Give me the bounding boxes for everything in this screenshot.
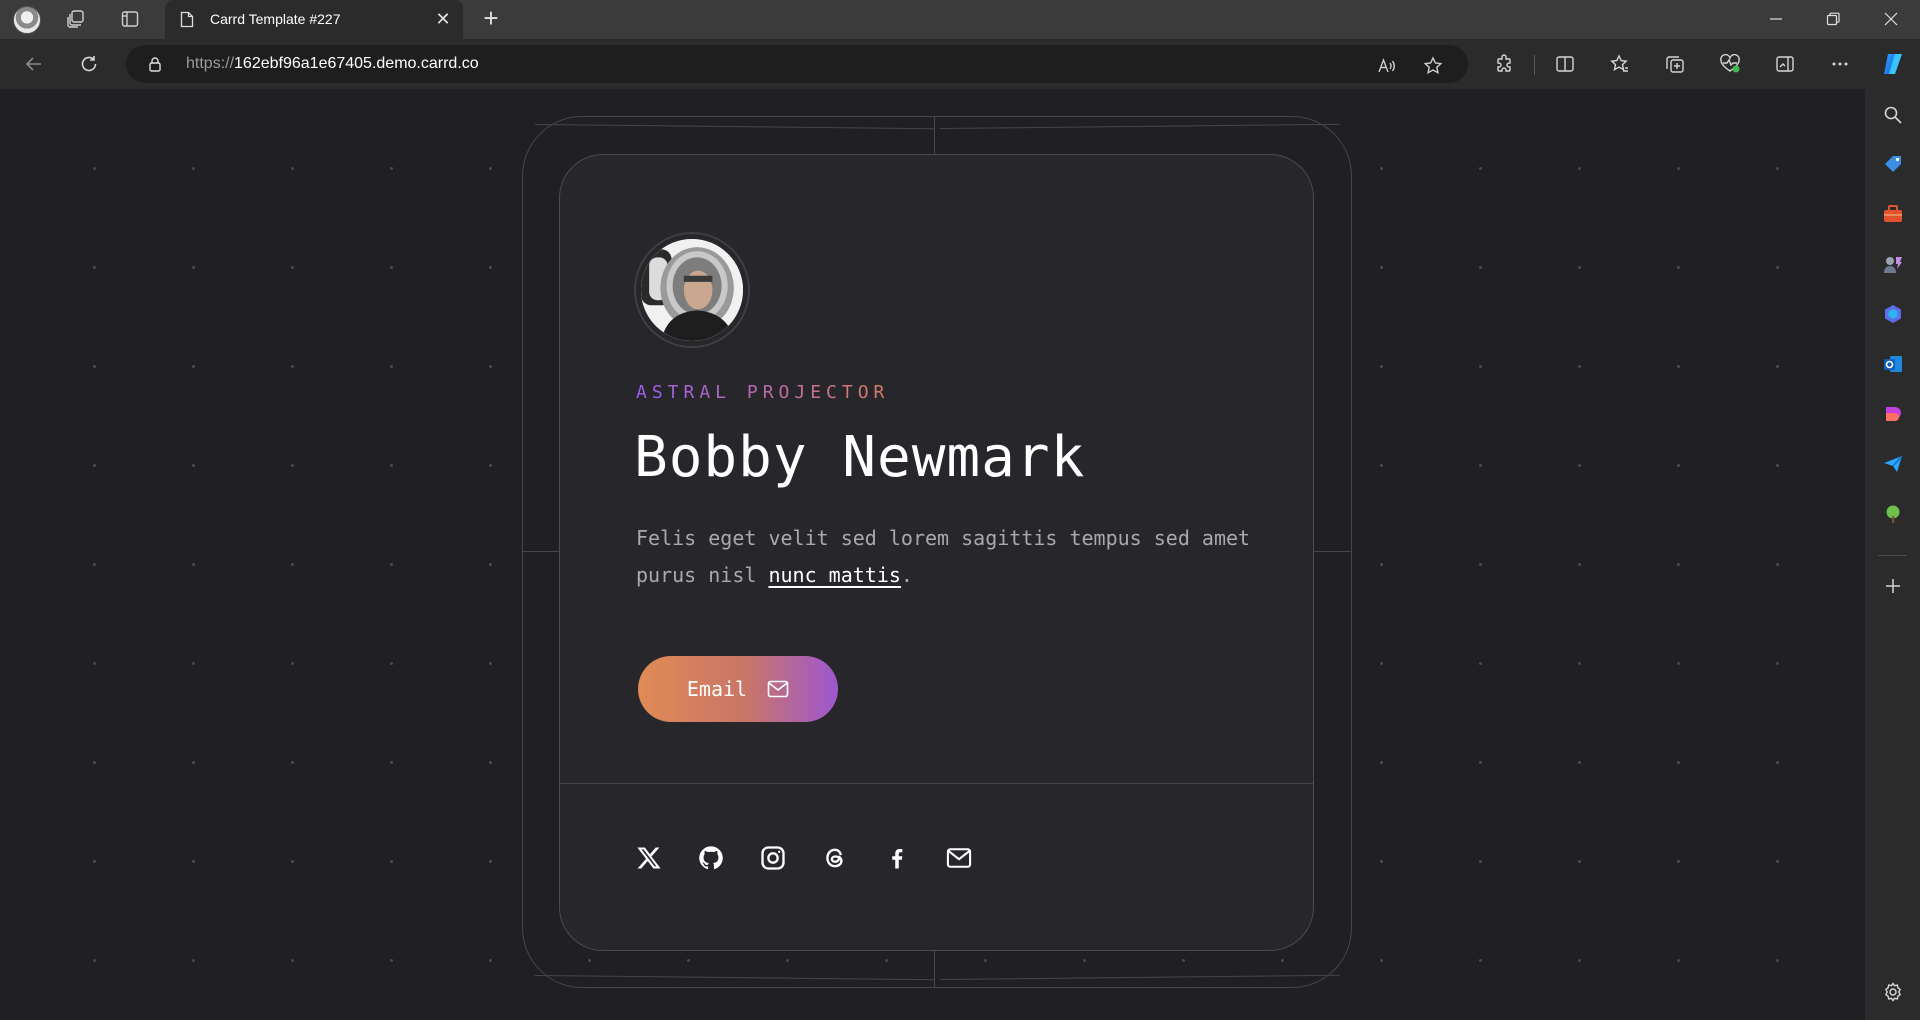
- url-host: 162ebf96a1e67405.demo.carrd.co: [234, 55, 479, 72]
- page-icon: [180, 11, 194, 28]
- x-twitter-icon[interactable]: [635, 843, 697, 873]
- search-icon[interactable]: [1881, 103, 1905, 127]
- sidebar-toggle-icon[interactable]: [1772, 51, 1798, 77]
- minimize-icon[interactable]: [1763, 6, 1789, 32]
- description-text: Felis eget velit sed lorem sagittis temp…: [636, 526, 1251, 587]
- close-window-icon[interactable]: [1878, 6, 1904, 32]
- description-end: .: [900, 563, 913, 587]
- outlook-icon[interactable]: [1881, 352, 1905, 376]
- avatar-photo: [641, 239, 743, 341]
- browser-sidebar: [1865, 89, 1920, 1020]
- microsoft-365-icon[interactable]: [1881, 302, 1905, 326]
- add-icon[interactable]: [1881, 574, 1905, 598]
- tab-title: Carrd Template #227: [210, 11, 341, 27]
- vertical-tabs-icon[interactable]: [118, 7, 142, 31]
- url-text: https://162ebf96a1e67405.demo.carrd.co: [186, 55, 479, 73]
- mail-icon[interactable]: [945, 843, 1007, 873]
- facebook-icon[interactable]: [883, 843, 945, 873]
- send-icon[interactable]: [1881, 452, 1905, 476]
- address-bar[interactable]: https://162ebf96a1e67405.demo.carrd.co: [126, 45, 1468, 83]
- tree-icon[interactable]: [1881, 502, 1905, 526]
- browser-toolbar: https://162ebf96a1e67405.demo.carrd.co: [0, 39, 1920, 89]
- favorite-star-icon[interactable]: [1423, 56, 1443, 76]
- threads-icon[interactable]: [821, 843, 883, 873]
- profile-name: Bobby Newmark: [634, 425, 1086, 490]
- tools-briefcase-icon[interactable]: [1881, 202, 1905, 226]
- frame-connector: [934, 117, 935, 154]
- active-tab[interactable]: Carrd Template #227 ✕: [165, 0, 463, 39]
- refresh-icon[interactable]: [76, 51, 102, 77]
- workspaces-icon[interactable]: [64, 7, 88, 31]
- favorites-icon[interactable]: [1607, 51, 1633, 77]
- sidebar-divider: [1878, 555, 1907, 556]
- designer-icon[interactable]: [1881, 402, 1905, 426]
- read-aloud-icon[interactable]: [1376, 56, 1396, 76]
- description-link[interactable]: nunc mattis: [768, 563, 900, 587]
- copilot-icon[interactable]: [1880, 51, 1906, 77]
- toolbar-divider: [1534, 55, 1535, 75]
- mail-icon: [767, 680, 789, 698]
- profile-card: ASTRAL PROJECTOR Bobby Newmark Felis ege…: [559, 154, 1314, 951]
- extensions-icon[interactable]: [1491, 51, 1517, 77]
- more-options-icon[interactable]: [1827, 51, 1853, 77]
- collections-icon[interactable]: [1662, 51, 1688, 77]
- frame-connector: [1314, 551, 1351, 552]
- split-screen-icon[interactable]: [1552, 51, 1578, 77]
- email-button-label: Email: [686, 677, 748, 701]
- new-tab-button[interactable]: +: [478, 5, 504, 32]
- restore-icon[interactable]: [1820, 6, 1846, 32]
- avatar: [634, 232, 750, 348]
- settings-gear-icon[interactable]: [1881, 980, 1905, 1004]
- profile-avatar[interactable]: [13, 6, 41, 34]
- frame-connector: [934, 951, 935, 988]
- profile-kicker: ASTRAL PROJECTOR: [636, 382, 890, 403]
- social-links: [635, 843, 1007, 873]
- tab-close-icon[interactable]: ✕: [433, 9, 453, 29]
- browser-essentials-icon[interactable]: [1717, 51, 1743, 77]
- email-button[interactable]: Email: [638, 656, 838, 722]
- card-divider: [560, 783, 1313, 784]
- page-viewport: ASTRAL PROJECTOR Bobby Newmark Felis ege…: [5, 89, 1865, 1016]
- browser-title-bar: Carrd Template #227 ✕ +: [0, 0, 1920, 39]
- lock-icon[interactable]: [147, 56, 163, 72]
- instagram-icon[interactable]: [759, 843, 821, 873]
- url-scheme: https://: [186, 55, 235, 72]
- games-icon[interactable]: [1881, 252, 1905, 276]
- shopping-tag-icon[interactable]: [1881, 152, 1905, 176]
- profile-description: Felis eget velit sed lorem sagittis temp…: [636, 520, 1256, 594]
- frame-connector: [523, 551, 559, 552]
- back-icon[interactable]: [21, 51, 47, 77]
- github-icon[interactable]: [697, 843, 759, 873]
